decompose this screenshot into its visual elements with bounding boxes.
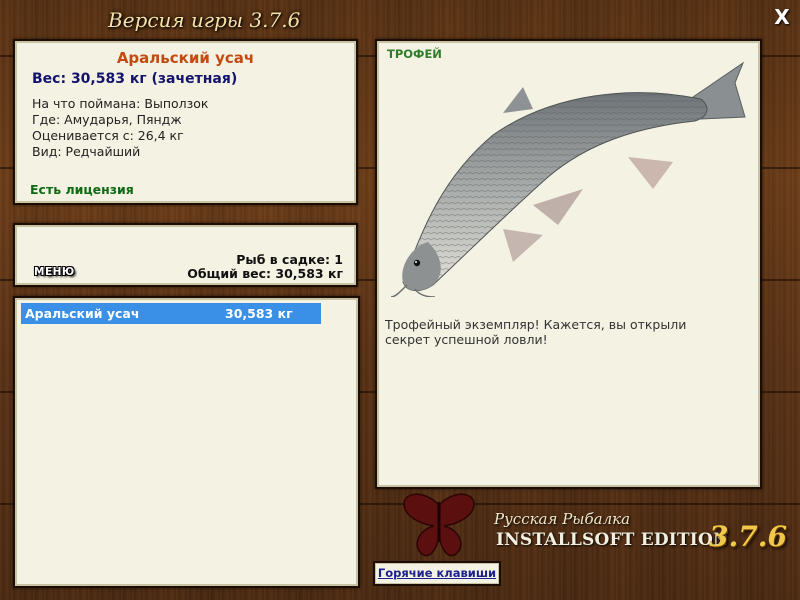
trophy-description: Трофейный экземпляр! Кажется, вы открыли… [385,317,687,347]
kind-info: Вид: Редчайший [32,144,141,159]
menu-button[interactable]: МЕНЮ [34,266,75,278]
fish-weight: Вес: 30,583 кг (зачетная) [32,71,238,87]
brand-block: Русская Рыбалка INSTALLSOFT EDITION 3.7.… [400,490,795,560]
fish-info-panel: Аральский усач Вес: 30,583 кг (зачетная)… [13,39,358,205]
catch-row-weight: 30,583 кг [225,306,293,321]
catch-list-panel [13,296,360,588]
brand-line1: Русская Рыбалка [494,510,631,528]
total-weight: Общий вес: 30,583 кг [187,266,343,281]
butterfly-icon [403,493,475,557]
fish-count: Рыб в садке: 1 [236,252,343,267]
license-status: Есть лицензия [30,182,134,197]
trophy-panel: ТРОФЕЙ Трофейный экземпляр! Кажется, вы … [375,39,762,489]
brand-line2: INSTALLSOFT EDITION [496,530,729,550]
fish-name: Аральский усач [116,49,255,67]
rated-from-info: Оценивается с: 26,4 кг [32,128,184,143]
close-icon[interactable]: X [771,6,793,28]
hotkeys-link[interactable]: Горячие клавиши [373,561,501,586]
brand-version: 3.7.6 [709,520,787,553]
bait-info: На что поймана: Выползок [32,96,209,111]
catch-row-name: Аральский усач [25,306,140,321]
location-info: Где: Амударья, Пяндж [32,112,182,127]
fish-image [390,61,746,297]
catch-list-row[interactable]: Аральский усач 30,583 кг [21,303,321,324]
window-title: Версия игры 3.7.6 [108,8,301,32]
